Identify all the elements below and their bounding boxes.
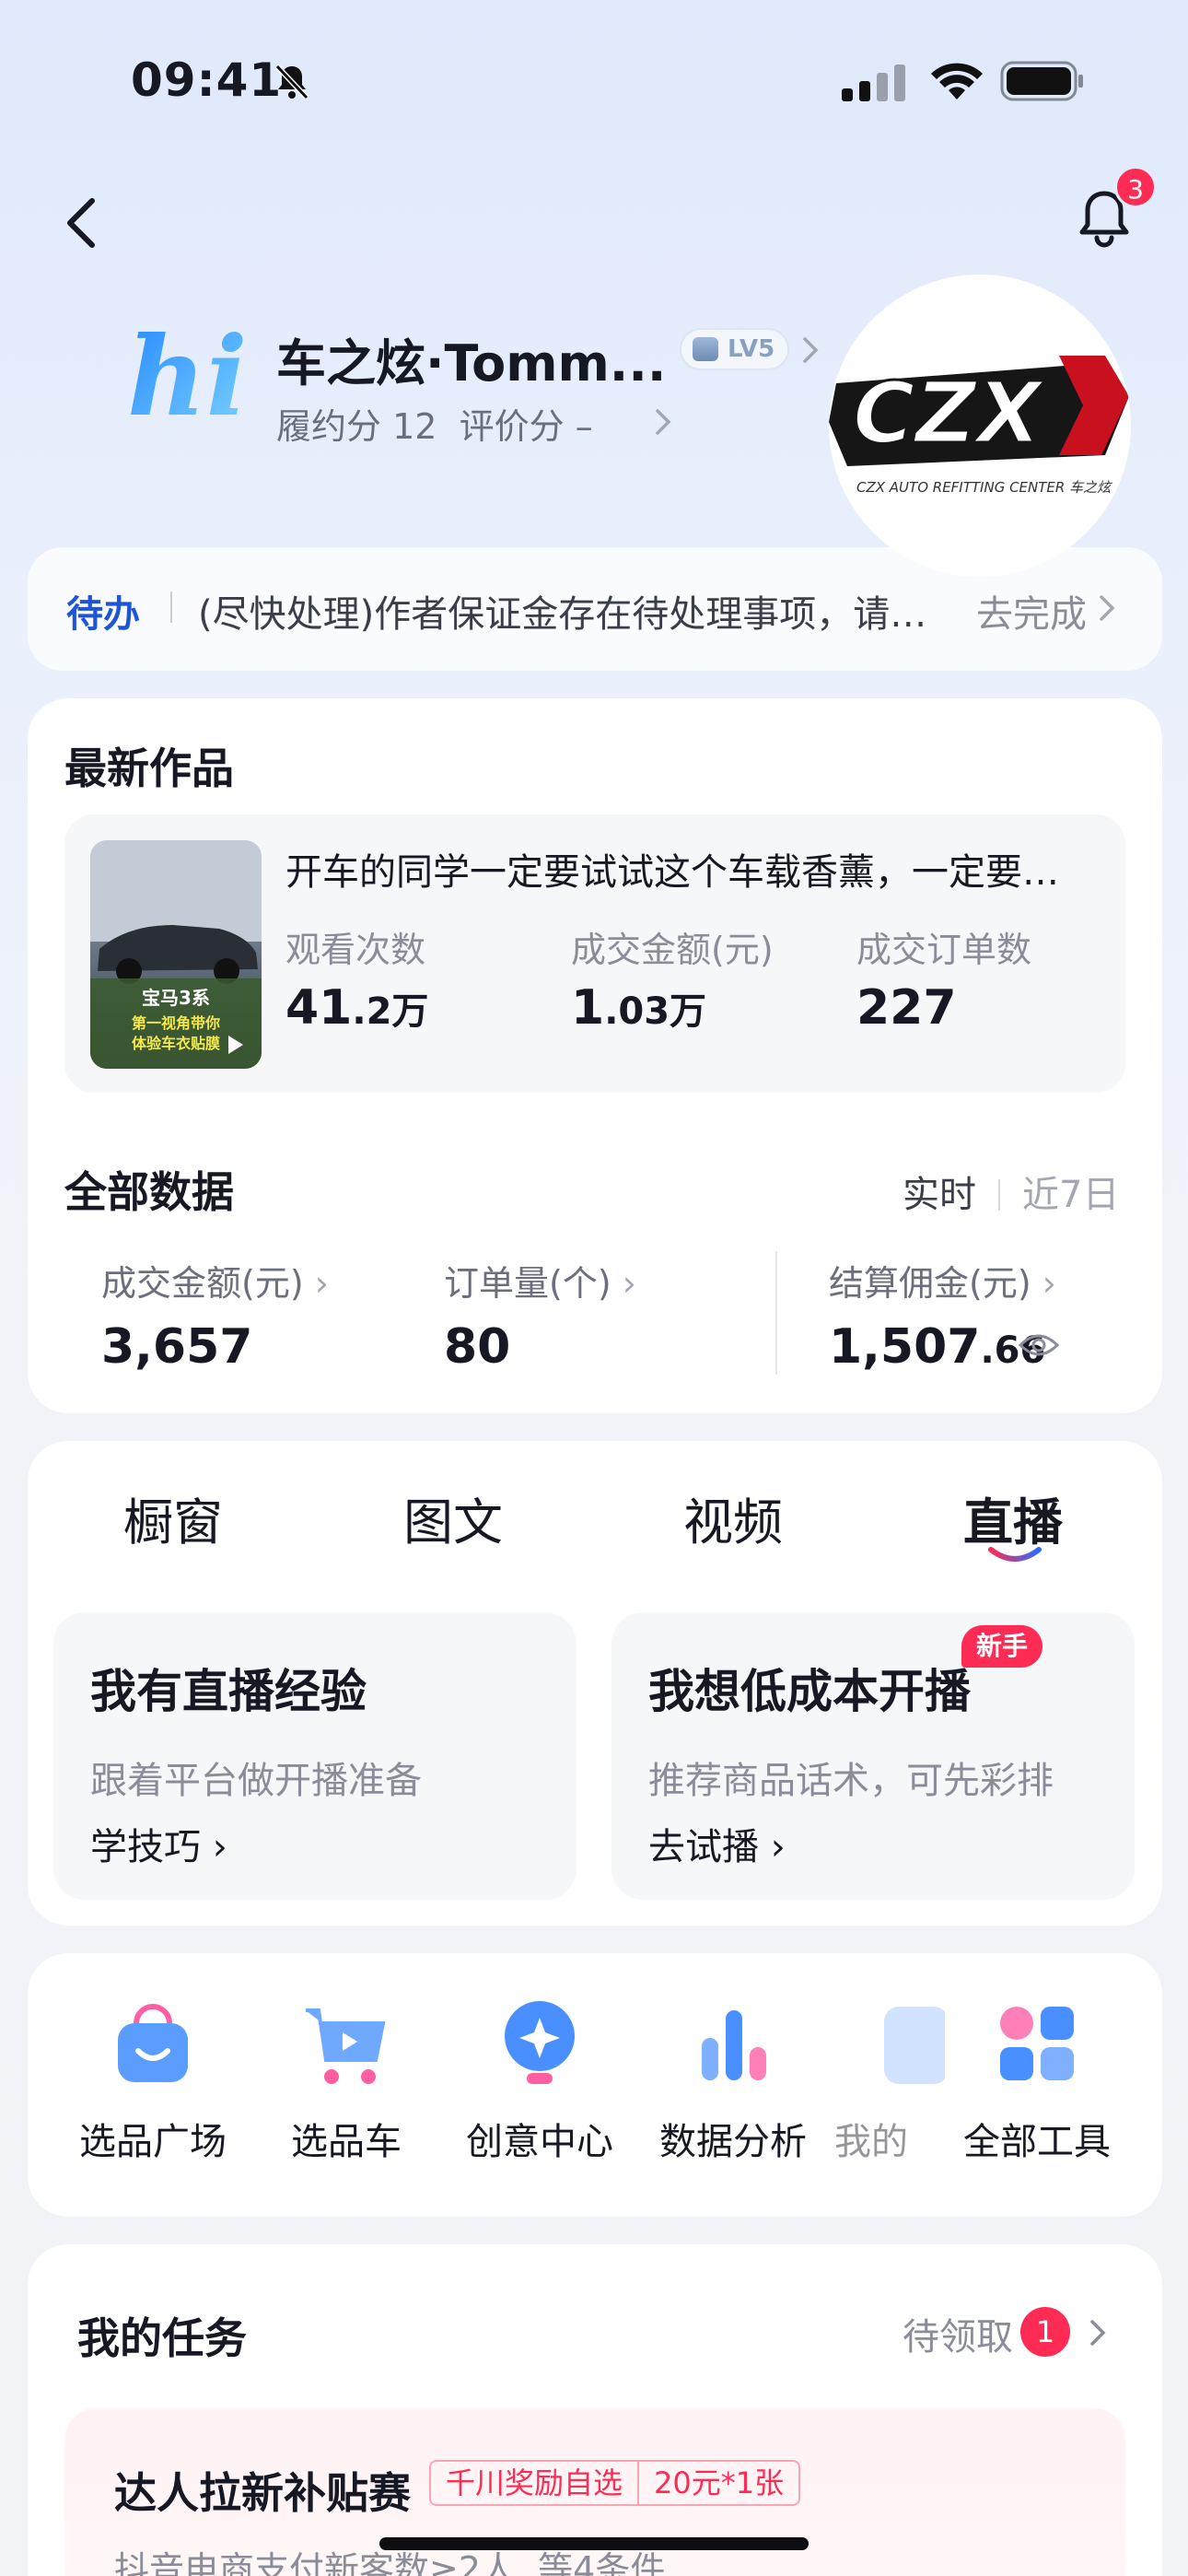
wifi-icon <box>931 63 983 100</box>
tool-all-tools[interactable]: 全部工具 <box>945 1996 1129 2165</box>
data-card: 最新作品 宝马3系 第一视角带你 体验车衣贴膜 开车的同学一定要试试这个车载香薰… <box>28 698 1162 1413</box>
bulb-icon <box>505 2001 575 2084</box>
tool-selection-cart[interactable]: 选品车 <box>254 1996 438 2165</box>
tab-realtime[interactable]: 实时 <box>903 1174 976 1216</box>
tool-creative-center[interactable]: 创意中心 <box>448 1996 632 2165</box>
pending-count-badge: 1 <box>1020 2307 1070 2357</box>
chevron-right-icon[interactable] <box>799 334 821 367</box>
car-image: 宝马3系 第一视角带你 体验车衣贴膜 <box>90 840 262 1069</box>
divider <box>998 1179 1000 1211</box>
svg-text:宝马3系: 宝马3系 <box>142 987 210 1009</box>
shopping-bag-icon <box>118 2004 188 2082</box>
todo-action-link[interactable]: 去完成 <box>976 584 1087 638</box>
tool-mine[interactable]: 我的 <box>834 1996 945 2165</box>
option-desc: 跟着平台做开播准备 <box>90 1760 422 1802</box>
metric-label[interactable]: 订单量(个) › <box>444 1255 636 1306</box>
signal-icon <box>842 64 905 101</box>
newbie-badge: 新手 <box>961 1625 1043 1668</box>
czx-logo: CZX CZX AUTO REFITTING CENTER 车之炫 <box>829 356 1129 496</box>
option-action[interactable]: 去试播 › <box>648 1817 786 1870</box>
stat-value: 41.2万 <box>285 980 429 1036</box>
task-title: 达人拉新补贴赛 <box>114 2468 411 2518</box>
video-thumbnail[interactable]: 宝马3系 第一视角带你 体验车衣贴膜 <box>90 840 262 1069</box>
tool-selection-plaza[interactable]: 选品广场 <box>61 1996 245 2165</box>
hi-logo: hi <box>127 312 248 440</box>
option-title: 我想低成本开播 <box>648 1665 971 1718</box>
divider <box>170 591 172 623</box>
grid-icon <box>1000 2007 1074 2080</box>
svg-text:体验车衣贴膜: 体验车衣贴膜 <box>132 1035 220 1052</box>
metric-value: 1,507.66 <box>829 1319 1046 1375</box>
video-title: 开车的同学一定要试试这个车载香薰，一定要试试 <box>285 851 1077 894</box>
tool-data-analysis[interactable]: 数据分析 <box>641 1996 825 2165</box>
tab-showcase[interactable]: 橱窗 <box>123 1481 223 1554</box>
svg-text:第一视角带你: 第一视角带你 <box>132 1014 220 1032</box>
option-action[interactable]: 学技巧 › <box>90 1817 227 1870</box>
task-reward-tag: 千川奖励自选 20元*1张 <box>429 2460 801 2506</box>
active-tab-indicator <box>988 1547 1042 1562</box>
pending-tasks-link[interactable]: 待领取 <box>903 2307 1013 2360</box>
stat-value: 1.03万 <box>571 980 707 1036</box>
time-range-tabs: 实时 近7日 <box>903 1165 1119 1218</box>
tab-image-text[interactable]: 图文 <box>403 1481 503 1554</box>
option-desc: 推荐商品话术，可先彩排 <box>648 1760 1054 1802</box>
option-title: 我有直播经验 <box>90 1665 367 1718</box>
document-icon <box>884 2007 945 2084</box>
stat-value: 227 <box>856 980 957 1036</box>
notification-badge: 3 <box>1114 166 1157 208</box>
live-option-experienced[interactable]: 我有直播经验 跟着平台做开播准备 学技巧 › <box>53 1612 577 1900</box>
chevron-right-icon <box>1100 595 1115 621</box>
score-text[interactable]: 履约分 12 评价分 – <box>276 398 593 449</box>
stat-label: 成交订单数 <box>856 930 1032 970</box>
tasks-title: 我的任务 <box>77 2313 247 2363</box>
level-badge[interactable]: LV5 <box>680 328 790 370</box>
level-text: LV5 <box>728 335 775 363</box>
todo-text: (尽快处理)作者保证金存在待处理事项，请尽快处理 <box>198 593 935 636</box>
home-indicator[interactable] <box>379 2537 809 2550</box>
task-item[interactable]: 达人拉新补贴赛 千川奖励自选 20元*1张 抖音电商支付新客数≥2人 等4条件 <box>64 2408 1125 2576</box>
bell-off-icon <box>274 64 309 100</box>
status-time: 09:41 <box>131 53 283 107</box>
todo-bar[interactable]: 待办 (尽快处理)作者保证金存在待处理事项，请尽快处理 去完成 <box>28 547 1162 671</box>
stat-label: 观看次数 <box>285 930 426 970</box>
live-option-low-cost[interactable]: 我想低成本开播 推荐商品话术，可先彩排 去试播 › <box>611 1612 1135 1900</box>
metric-value: 3,657 <box>101 1319 253 1375</box>
account-name[interactable]: 车之炫·Tomm... <box>276 322 666 395</box>
metric-label[interactable]: 成交金额(元) › <box>101 1255 329 1306</box>
divider <box>775 1251 777 1375</box>
tools-card: 选品广场 选品车 创意中心 数据分析 我的 全部工具 <box>28 1953 1162 2217</box>
tasks-card: 我的任务 待领取 1 达人拉新补贴赛 千川奖励自选 20元*1张 抖音电商支付新客… <box>28 2244 1162 2576</box>
svg-text:CZX: CZX <box>853 364 1045 463</box>
chevron-right-icon[interactable] <box>652 405 674 439</box>
bar-chart-icon <box>702 2010 766 2080</box>
back-icon[interactable] <box>61 195 101 251</box>
all-data-title: 全部数据 <box>64 1167 234 1217</box>
cart-icon <box>306 2008 386 2084</box>
content-card: 橱窗 图文 视频 直播 我有直播经验 跟着平台做开播准备 学技巧 › 我想低成本… <box>28 1441 1162 1926</box>
tab-video[interactable]: 视频 <box>683 1481 783 1554</box>
svg-text:CZX AUTO REFITTING CENTER 车之炫: CZX AUTO REFITTING CENTER 车之炫 <box>856 479 1112 496</box>
tab-7days[interactable]: 近7日 <box>1022 1174 1119 1216</box>
chevron-right-icon[interactable] <box>1087 2316 1109 2349</box>
latest-works-title: 最新作品 <box>64 744 234 793</box>
eye-icon[interactable] <box>1019 1330 1059 1360</box>
stat-label: 成交金额(元) <box>571 930 774 970</box>
todo-label: 待办 <box>66 593 140 636</box>
latest-work-item[interactable]: 宝马3系 第一视角带你 体验车衣贴膜 开车的同学一定要试试这个车载香薰，一定要试… <box>64 814 1125 1093</box>
battery-icon <box>1000 61 1083 101</box>
level-shield-icon <box>693 337 718 361</box>
metric-value: 80 <box>444 1319 511 1375</box>
avatar[interactable]: CZX CZX AUTO REFITTING CENTER 车之炫 <box>829 275 1131 577</box>
metric-label[interactable]: 结算佣金(元) › <box>829 1255 1056 1306</box>
